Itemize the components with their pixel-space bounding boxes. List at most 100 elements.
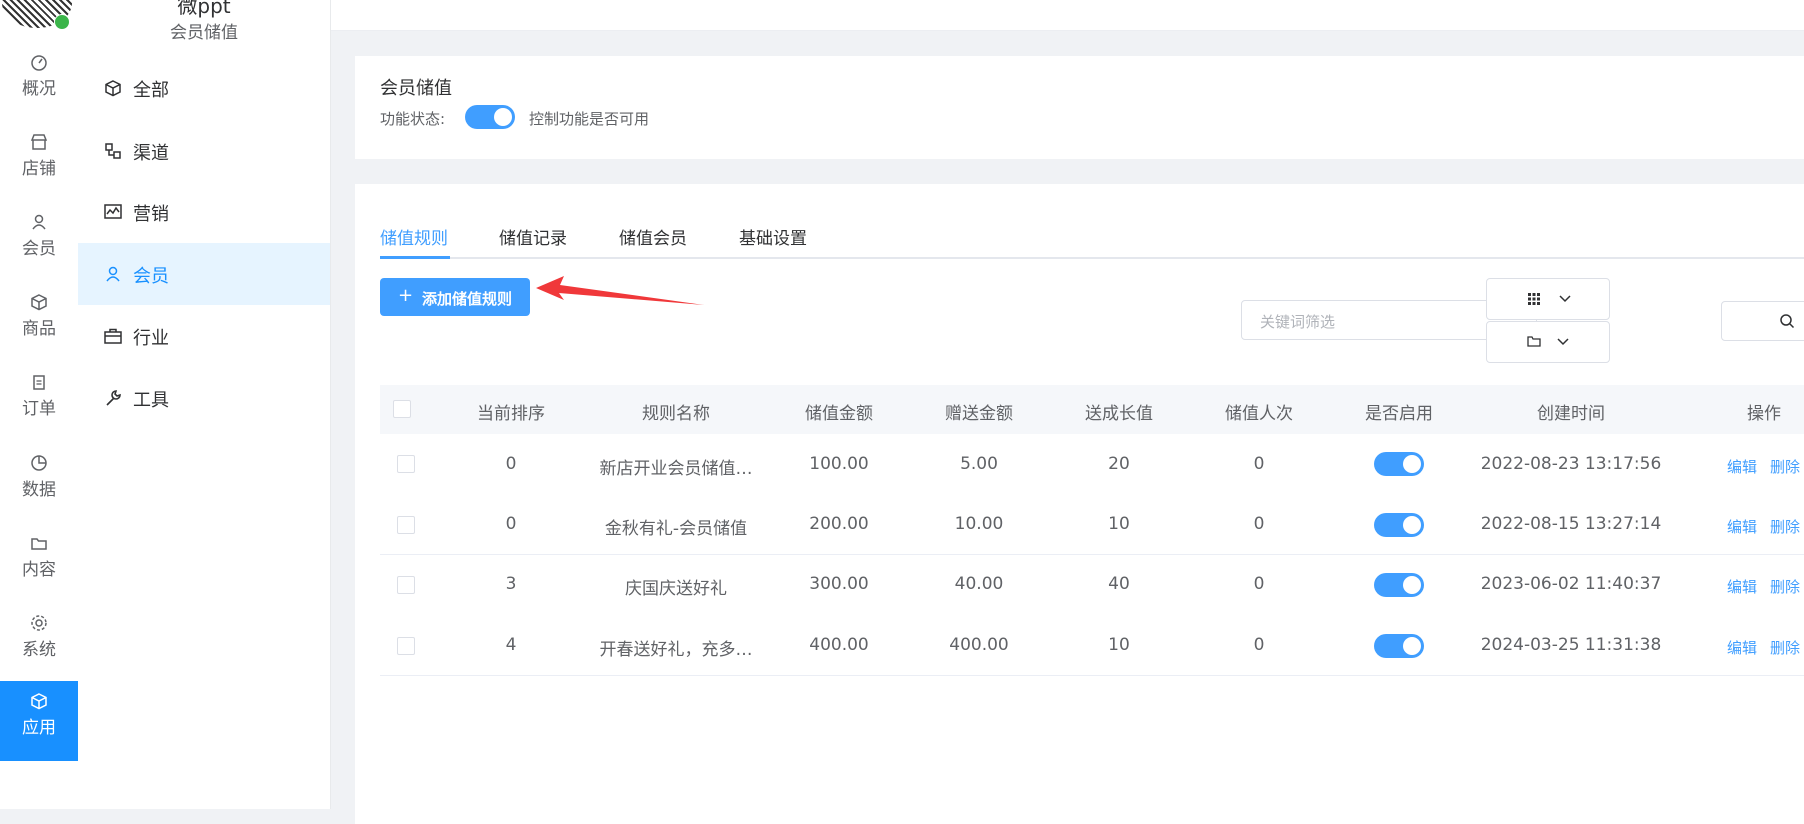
dashboard-icon (31, 55, 47, 71)
edit-link[interactable]: 编辑 (1727, 637, 1757, 658)
cell-count: 0 (1253, 514, 1265, 534)
cell-growth: 10 (1108, 514, 1130, 534)
top-bar (331, 0, 1804, 31)
grid-icon (1528, 293, 1540, 305)
chevron-down-icon (1557, 338, 1569, 346)
shop-subtitle: 会员储值 (170, 23, 238, 43)
rail-item-data[interactable]: 数据 (0, 443, 78, 523)
delete-link[interactable]: 删除 (1770, 516, 1800, 537)
store-icon (30, 134, 48, 150)
annotation-arrow (536, 276, 704, 305)
cell-gift: 10.00 (954, 514, 1004, 534)
col-header-actions: 操作 (1747, 404, 1781, 424)
rail-item-label: 系统 (22, 640, 56, 660)
col-header-growth: 送成长值 (1085, 404, 1153, 424)
rail-item-overview[interactable]: 概况 (0, 42, 78, 122)
row-enabled-toggle[interactable] (1374, 634, 1424, 658)
sidebar-item-member[interactable]: 会员 (78, 243, 330, 305)
channel-icon (105, 143, 121, 159)
rail-item-store[interactable]: 店铺 (0, 122, 78, 202)
cell-created: 2023-06-02 11:40:37 (1480, 574, 1662, 594)
cell-amount: 300.00 (809, 574, 869, 594)
row-enabled-toggle[interactable] (1374, 573, 1424, 597)
cell-name: 金秋有礼-会员储值 (604, 519, 748, 539)
col-header-enabled: 是否启用 (1365, 404, 1433, 424)
tab-recharge-records[interactable]: 储值记录 (499, 224, 567, 249)
tab-recharge-rules[interactable]: 储值规则 (380, 224, 448, 249)
add-rule-label: 添加储值规则 (422, 290, 513, 308)
sidebar-item-industry[interactable]: 行业 (78, 305, 330, 367)
sidebar-item-tools[interactable]: 工具 (78, 367, 330, 429)
cell-amount: 400.00 (809, 635, 869, 655)
online-badge (54, 14, 70, 30)
select-all-checkbox[interactable] (393, 400, 411, 418)
cell-amount: 200.00 (809, 514, 869, 534)
rail-item-label: 订单 (22, 399, 56, 419)
cell-name: 开春送好礼，充多… (599, 640, 753, 660)
cell-created: 2024-03-25 11:31:38 (1480, 635, 1662, 655)
chart-icon (104, 204, 122, 219)
rail-item-apps[interactable]: 应用 (0, 681, 78, 761)
tab-recharge-members[interactable]: 储值会员 (619, 224, 687, 249)
rail-item-label: 商品 (22, 319, 56, 339)
sidebar-item-all[interactable]: 全部 (78, 57, 330, 119)
cell-growth: 40 (1108, 574, 1130, 594)
chevron-down-icon (1559, 295, 1571, 303)
sidebar-item-label: 会员 (133, 266, 169, 287)
rail-item-label: 概况 (22, 79, 56, 99)
cell-order: 4 (505, 635, 517, 655)
sidebar-item-label: 营销 (133, 204, 169, 225)
cube-icon (31, 693, 47, 710)
pie-icon (31, 455, 47, 471)
cell-name: 新店开业会员储值… (599, 459, 753, 479)
row-enabled-toggle[interactable] (1374, 452, 1424, 476)
row-checkbox[interactable] (397, 637, 415, 655)
rail-item-label: 会员 (22, 239, 56, 259)
box-icon (31, 294, 47, 311)
row-checkbox[interactable] (397, 516, 415, 534)
toggle-knob (494, 108, 512, 126)
rail-item-label: 数据 (22, 480, 56, 500)
toggle-knob (1403, 516, 1421, 534)
rail-item-system[interactable]: 系统 (0, 603, 78, 683)
add-rule-button[interactable]: + 添加储值规则 (380, 278, 530, 316)
col-header-gift: 赠送金额 (945, 404, 1013, 424)
sidebar-item-channel[interactable]: 渠道 (78, 120, 330, 182)
cell-count: 0 (1253, 454, 1265, 474)
edit-link[interactable]: 编辑 (1727, 456, 1757, 477)
cell-growth: 10 (1108, 635, 1130, 655)
row-checkbox[interactable] (397, 455, 415, 473)
plus-icon: + (398, 285, 414, 306)
row-checkbox[interactable] (397, 576, 415, 594)
sidebar-item-marketing[interactable]: 营销 (78, 181, 330, 243)
user-icon (32, 214, 46, 230)
col-header-name: 规则名称 (642, 404, 710, 424)
rail-item-order[interactable]: 订单 (0, 362, 78, 442)
edit-link[interactable]: 编辑 (1727, 576, 1757, 597)
cell-created: 2022-08-15 13:27:14 (1480, 514, 1662, 534)
folder-dropdown[interactable] (1486, 321, 1610, 363)
view-mode-dropdown[interactable] (1486, 278, 1610, 320)
cell-amount: 100.00 (809, 454, 869, 474)
row-enabled-toggle[interactable] (1374, 513, 1424, 537)
delete-link[interactable]: 删除 (1770, 637, 1800, 658)
toggle-knob (1403, 637, 1421, 655)
rail-item-content[interactable]: 内容 (0, 523, 78, 603)
rail-item-label: 内容 (22, 560, 56, 580)
delete-link[interactable]: 删除 (1770, 576, 1800, 597)
rail-item-goods[interactable]: 商品 (0, 282, 78, 362)
page-title: 会员储值 (380, 78, 452, 99)
cell-order: 0 (505, 514, 517, 534)
search-button[interactable] (1721, 301, 1804, 341)
rail-item-member[interactable]: 会员 (0, 202, 78, 282)
tab-basic-settings[interactable]: 基础设置 (739, 224, 807, 249)
cell-gift: 400.00 (949, 635, 1009, 655)
status-label: 功能状态: (380, 110, 446, 128)
delete-link[interactable]: 删除 (1770, 456, 1800, 477)
cell-order: 3 (505, 574, 517, 594)
cell-growth: 20 (1108, 454, 1130, 474)
user-icon (106, 266, 120, 282)
edit-link[interactable]: 编辑 (1727, 516, 1757, 537)
wrench-icon (106, 390, 121, 406)
feature-toggle[interactable] (465, 105, 515, 129)
